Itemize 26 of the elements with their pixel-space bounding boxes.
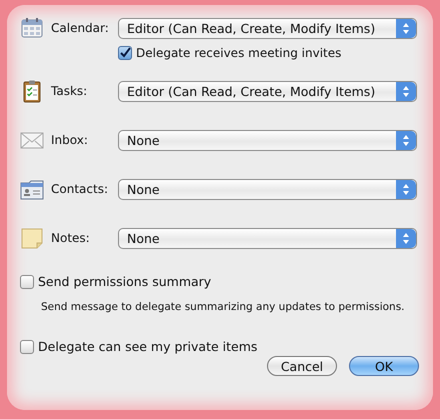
stepper-arrows-icon [396,82,416,100]
field-label: Contacts: [51,182,109,196]
field-label: Calendar: [51,21,110,35]
checkbox[interactable] [118,46,132,60]
note-icon [20,226,44,250]
permission-dropdown[interactable]: None [118,178,417,200]
cancel-button[interactable]: Cancel [267,356,337,376]
permission-dropdown[interactable]: None [118,228,417,248]
ok-button[interactable]: OK [349,356,419,376]
field-label: Inbox: [51,133,89,147]
permission-dropdown[interactable]: Editor (Can Read, Create, Modify Items) [118,80,417,102]
stepper-arrows-icon [396,228,416,248]
permission-dropdown[interactable]: None [118,130,417,150]
checkbox[interactable] [20,274,34,288]
checkbox-label: Send permissions summary [38,274,212,289]
description-text: Send message to delegate summarizing any updates to permissions. [41,301,406,313]
checkbox-label: Delegate can see my private items [38,339,258,354]
stepper-arrows-icon [396,180,416,198]
permission-dropdown[interactable]: Editor (Can Read, Create, Modify Items) [118,18,417,38]
stepper-arrows-icon [396,18,416,38]
stepper-arrows-icon [396,130,416,150]
field-label: Tasks: [51,84,88,98]
checkbox[interactable] [20,340,34,354]
field-label: Notes: [51,231,91,245]
calendar-icon [20,16,44,40]
checkbox-label: Delegate receives meeting invites [136,46,342,60]
